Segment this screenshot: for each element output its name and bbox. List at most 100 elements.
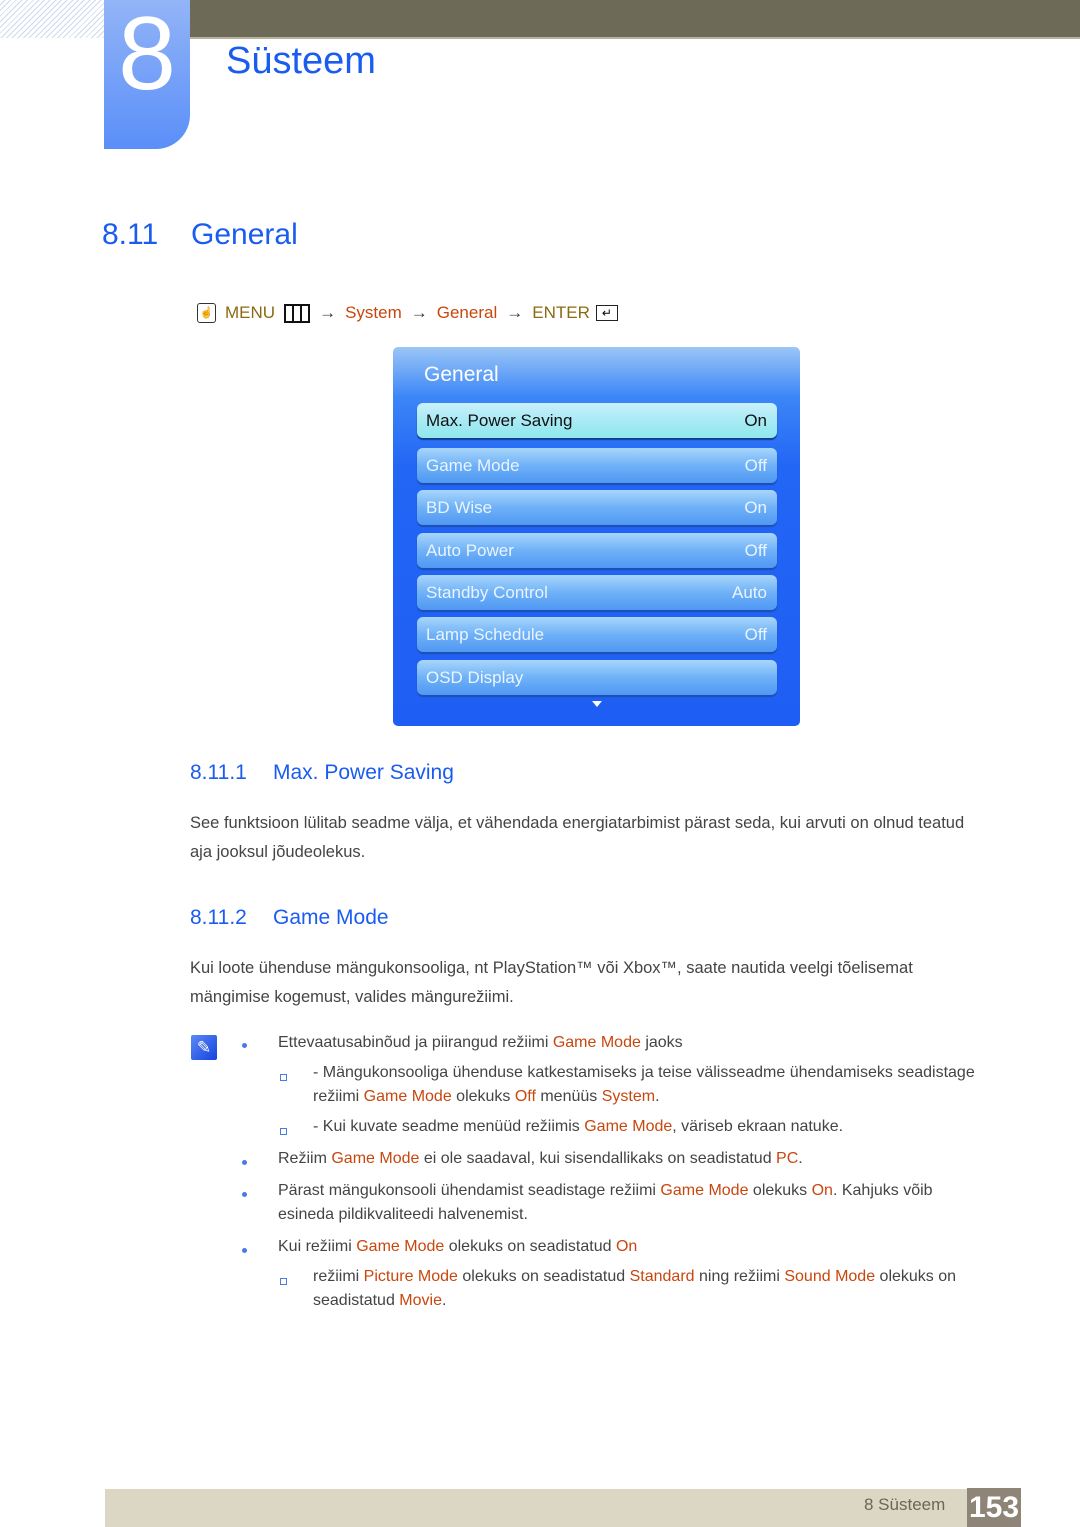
menu-grid-icon [284, 303, 311, 323]
osd-item-label: Game Mode [426, 455, 520, 475]
header-hatch-decoration [0, 0, 105, 38]
enter-label: ENTER [532, 303, 590, 322]
osd-item-game-mode[interactable]: Game Mode Off [417, 448, 777, 483]
text: olekuks on seadistatud [444, 1238, 616, 1255]
highlight: Off [514, 1088, 536, 1105]
osd-item-value: Off [744, 624, 767, 644]
square-bullet-icon [280, 1128, 287, 1135]
text: . Kahjuks võib [832, 1182, 933, 1199]
text: menüüs [535, 1088, 602, 1105]
text: - Kui kuvate seadme menüüd režiimis [313, 1118, 585, 1135]
square-bullet-icon [280, 1278, 287, 1285]
text: režiimi [313, 1088, 364, 1105]
text: režiimi [313, 1268, 364, 1285]
text: Pärast mängukonsooli ühendamist seadista… [278, 1182, 661, 1199]
text: Ettevaatusabinõud ja piirangud režiimi [278, 1034, 553, 1051]
highlight: Game Mode [552, 1034, 641, 1051]
menu-path: ☝ MENU → System → General → ENTER ↵ [197, 303, 618, 323]
highlight: Picture Mode [363, 1268, 458, 1285]
menu-label: MENU [225, 303, 276, 322]
text: olekuks on [875, 1268, 957, 1285]
footer-chapter-label: 8 Süsteem [864, 1495, 946, 1514]
osd-item-max-power-saving[interactable]: Max. Power Saving On [417, 403, 777, 438]
highlight: Game Mode [331, 1150, 420, 1167]
osd-item-value: Off [744, 540, 767, 560]
osd-item-label: BD Wise [426, 497, 493, 517]
osd-item-label: OSD Display [426, 667, 524, 687]
note-bullet-4: Kui režiimi Game Mode olekuks on seadist… [278, 1235, 637, 1259]
note-pencil-icon: ✎ [191, 1035, 217, 1060]
section-title: 8.11 General [102, 218, 298, 252]
section-number: 8.11 [102, 218, 159, 251]
triangle-down-icon[interactable] [592, 701, 602, 707]
bullet-icon [242, 1248, 247, 1253]
chapter-title: Süsteem [226, 40, 376, 82]
text: Kui režiimi [278, 1238, 357, 1255]
highlight: Game Mode [363, 1088, 452, 1105]
enter-icon: ↵ [595, 305, 618, 321]
square-bullet-icon [280, 1074, 287, 1081]
highlight: Standard [629, 1268, 695, 1285]
highlight: System [601, 1088, 656, 1105]
header-bar [190, 0, 1080, 39]
highlight: On [811, 1182, 833, 1199]
path-system: System [345, 303, 402, 322]
text: jaoks [640, 1034, 683, 1051]
osd-item-label: Standby Control [426, 582, 548, 602]
osd-item-auto-power[interactable]: Auto Power Off [417, 533, 777, 568]
subsection-name: Game Mode [273, 906, 389, 929]
hand-remote-icon: ☝ [197, 303, 216, 323]
game-mode-text: Kui loote ühenduse mängukonsooliga, nt P… [190, 959, 913, 1006]
highlight: Game Mode [356, 1238, 445, 1255]
osd-item-bd-wise[interactable]: BD Wise On [417, 490, 777, 525]
osd-item-label: Max. Power Saving [426, 410, 573, 430]
path-arrow: → [410, 303, 428, 322]
text: , väriseb ekraan natuke. [672, 1118, 844, 1135]
osd-item-osd-display[interactable]: OSD Display [417, 660, 777, 695]
text: olekuks [748, 1182, 812, 1199]
osd-item-lamp-schedule[interactable]: Lamp Schedule Off [417, 617, 777, 652]
text: - Mängukonsooliga ühenduse katkestamisek… [313, 1064, 975, 1081]
subsection-name: Max. Power Saving [273, 761, 454, 784]
osd-item-value: Off [744, 455, 767, 475]
osd-item-standby-control[interactable]: Standby Control Auto [417, 575, 777, 610]
text: olekuks on seadistatud [457, 1268, 630, 1285]
note-bullet-2: Režiim Game Mode ei ole saadaval, kui si… [278, 1147, 803, 1171]
subsection-number: 8.11.2 [190, 906, 247, 929]
section-name: General [191, 218, 298, 251]
max-power-saving-text: See funktsioon lülitab seadme välja, et … [190, 814, 965, 861]
path-general: General [436, 303, 498, 322]
note-sub-1-cont: režiimi Game Mode olekuks Off menüüs Sys… [313, 1085, 660, 1109]
note-sub-3: režiimi Picture Mode olekuks on seadista… [313, 1265, 956, 1289]
text: Režiim [278, 1150, 332, 1167]
osd-title: General [424, 363, 499, 386]
note-sub-2: - Kui kuvate seadme menüüd režiimis Game… [313, 1115, 843, 1139]
note-bullet-3: Pärast mängukonsooli ühendamist seadista… [278, 1179, 933, 1203]
osd-item-label: Lamp Schedule [426, 624, 545, 644]
osd-general-menu: General Max. Power Saving On Game Mode O… [393, 347, 800, 726]
text: . [798, 1150, 803, 1167]
text: . [441, 1292, 447, 1309]
osd-item-label: Auto Power [426, 540, 514, 560]
bullet-icon [242, 1192, 247, 1197]
subsection-number: 8.11.1 [190, 761, 247, 784]
note-sub-1: - Mängukonsooliga ühenduse katkestamisek… [313, 1061, 1013, 1085]
footer-bar [105, 1489, 975, 1527]
highlight: Game Mode [660, 1182, 749, 1199]
highlight: Movie [399, 1292, 442, 1309]
osd-item-value: On [744, 497, 767, 517]
page-number: 153 [967, 1488, 1021, 1527]
bullet-icon [242, 1160, 247, 1165]
text: ning režiimi [694, 1268, 785, 1285]
bullet-icon [242, 1043, 247, 1048]
note-sub-3-cont: seadistatud Movie. [313, 1289, 446, 1313]
subsection-title-max-power-saving: 8.11.1 Max. Power Saving [190, 761, 454, 785]
osd-item-value: Auto [732, 582, 767, 602]
note-bullet-1: Ettevaatusabinõud ja piirangud režiimi G… [278, 1031, 683, 1055]
note-bullet-3-cont: esineda pildikvaliteedi halvenemist. [278, 1206, 528, 1223]
path-arrow: → [506, 303, 524, 322]
highlight: Sound Mode [784, 1268, 876, 1285]
text: olekuks [451, 1088, 515, 1105]
chapter-number-tab: 8 [104, 0, 190, 149]
osd-item-value: On [744, 410, 767, 430]
